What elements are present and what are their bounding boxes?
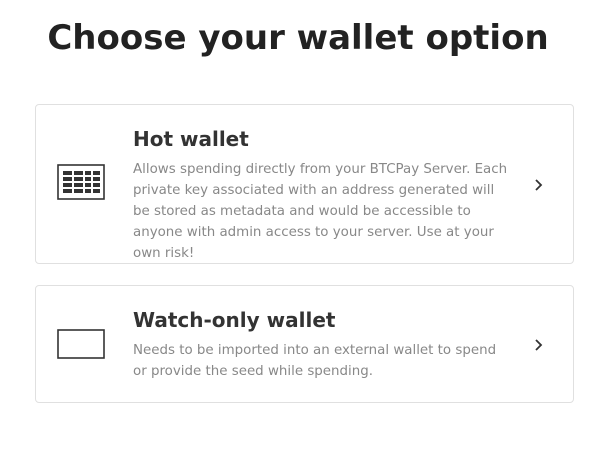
watch-only-wallet-option[interactable]: Watch-only wallet Needs to be imported i… (35, 285, 574, 403)
chevron-right-icon (532, 337, 546, 351)
chevron-right-icon (532, 177, 546, 191)
hot-wallet-title: Hot wallet (133, 127, 249, 151)
watch-only-wallet-body: Watch-only wallet Needs to be imported i… (133, 306, 513, 382)
hot-wallet-grid-icon (57, 164, 105, 204)
watch-only-wallet-icon (57, 329, 105, 363)
watch-only-wallet-title: Watch-only wallet (133, 308, 336, 332)
watch-only-wallet-description: Needs to be imported into an external wa… (133, 343, 497, 379)
hot-wallet-body: Hot wallet Allows spending directly from… (133, 125, 513, 264)
wallet-setup-page: Choose your wallet option Hot wallet All… (0, 0, 596, 458)
hot-wallet-description: Allows spending directly from your BTCPa… (133, 162, 508, 261)
hot-wallet-option[interactable]: Hot wallet Allows spending directly from… (35, 104, 574, 264)
page-title: Choose your wallet option (47, 18, 549, 58)
